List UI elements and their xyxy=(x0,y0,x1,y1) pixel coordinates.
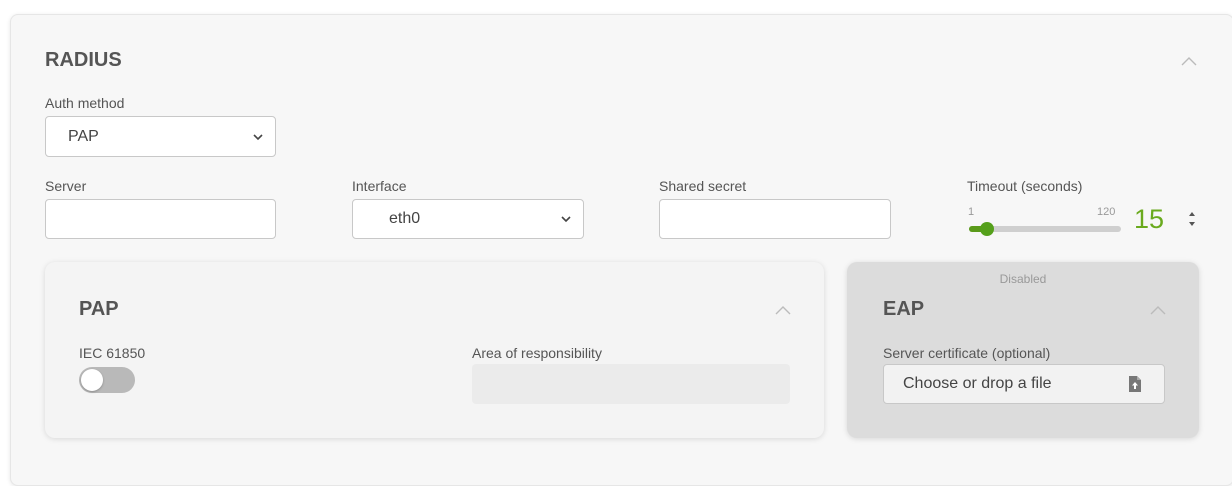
timeout-value[interactable]: 15 xyxy=(1134,204,1164,235)
radius-title: RADIUS xyxy=(45,49,122,71)
auth-method-label: Auth method xyxy=(45,95,125,111)
timeout-slider[interactable] xyxy=(969,222,1121,236)
area-of-responsibility-input[interactable] xyxy=(472,364,790,404)
toggle-knob xyxy=(81,369,103,391)
pap-title: PAP xyxy=(79,298,119,320)
slider-knob[interactable] xyxy=(980,222,994,236)
file-drop-button[interactable]: Choose or drop a file xyxy=(883,364,1165,404)
pap-collapse-icon[interactable] xyxy=(775,305,791,315)
auth-method-value: PAP xyxy=(68,127,99,145)
radius-collapse-icon[interactable] xyxy=(1181,56,1197,66)
auth-method-select[interactable]: PAP xyxy=(45,116,276,157)
interface-value: eth0 xyxy=(389,210,421,227)
interface-select[interactable]: eth0 xyxy=(352,199,584,239)
shared-secret-label: Shared secret xyxy=(659,178,747,194)
eap-status: Disabled xyxy=(999,272,1047,286)
file-drop-label: Choose or drop a file xyxy=(903,375,1052,392)
spinner-arrows-icon[interactable] xyxy=(1187,208,1197,230)
area-of-responsibility-label: Area of responsibility xyxy=(472,345,602,361)
eap-collapse-icon[interactable] xyxy=(1150,305,1166,315)
iec-61850-label: IEC 61850 xyxy=(79,345,146,361)
pap-card xyxy=(45,262,824,438)
timeout-min-label: 1 xyxy=(968,206,975,218)
chevron-down-icon xyxy=(561,216,571,223)
interface-label: Interface xyxy=(352,178,407,194)
file-upload-icon xyxy=(1129,376,1141,392)
timeout-label: Timeout (seconds) xyxy=(967,178,1083,194)
server-input[interactable] xyxy=(45,199,276,239)
chevron-down-icon xyxy=(253,133,263,140)
eap-title: EAP xyxy=(883,298,925,320)
timeout-max-label: 120 xyxy=(1097,206,1116,218)
server-certificate-label: Server certificate (optional) xyxy=(883,345,1051,361)
shared-secret-input[interactable] xyxy=(659,199,891,239)
server-label: Server xyxy=(45,178,87,194)
iec-61850-toggle[interactable] xyxy=(79,367,135,393)
